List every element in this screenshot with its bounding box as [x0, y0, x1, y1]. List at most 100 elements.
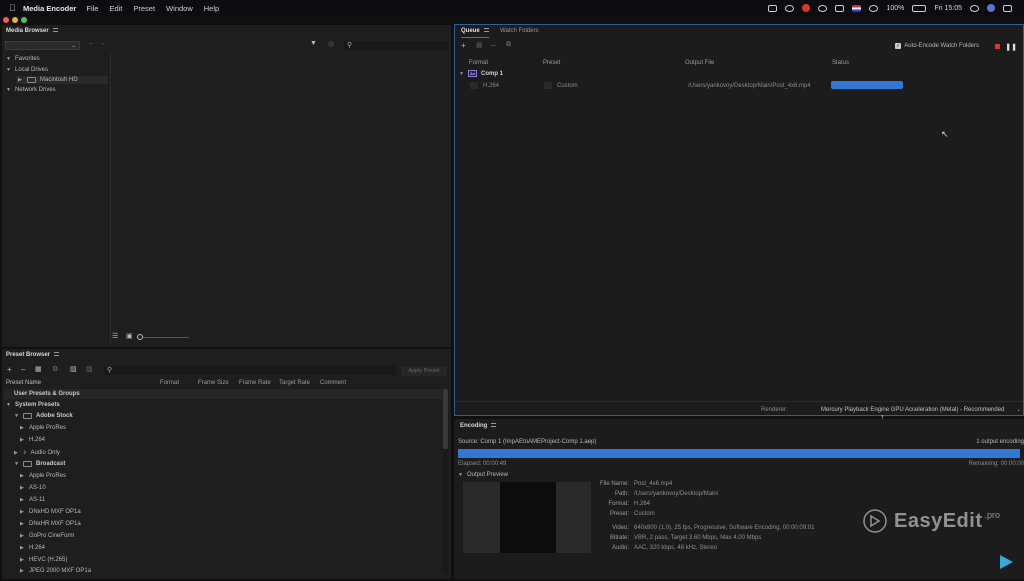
col-target-rate[interactable]: Target Rate — [279, 380, 310, 386]
media-search-input[interactable]: ⚲ — [344, 41, 448, 50]
checkbox-checked-icon[interactable]: ✓ — [895, 43, 902, 49]
tree-item[interactable]: ▶ GoPro CineForm — [20, 533, 74, 539]
tree-item[interactable]: ▶ HEVC (H.265) — [20, 557, 67, 563]
user-avatar-icon[interactable] — [987, 4, 995, 12]
tree-item-label: AS-10 — [29, 485, 46, 491]
messenger-icon[interactable] — [835, 4, 845, 12]
clock[interactable]: Fri 15:05 — [934, 5, 962, 12]
view-icon[interactable]: ◎ — [328, 40, 334, 48]
preset-settings-icon[interactable]: ⚙ — [52, 365, 58, 373]
col-frame-size[interactable]: Frame Size — [198, 380, 229, 386]
scrollbar-thumb[interactable] — [443, 389, 448, 449]
tree-broadcast[interactable]: ▼ Broadcast — [14, 461, 65, 467]
notification-badge-icon[interactable] — [802, 4, 811, 12]
menu-help[interactable]: Help — [204, 4, 219, 13]
tree-audio-only[interactable]: ▶ ♪ Audio Only — [14, 449, 60, 456]
preset-search-input[interactable]: ⚲ — [104, 366, 396, 375]
col-comment[interactable]: Comment — [320, 380, 346, 386]
icon-view-icon[interactable]: ▣ — [126, 332, 133, 340]
tree-item[interactable]: ▶ H.264 — [20, 437, 45, 443]
duplicate-icon[interactable]: ▦ — [476, 41, 483, 49]
tree-item[interactable]: ▶ H.264 — [20, 545, 45, 551]
tree-network-drives[interactable]: ▼ Network Drives — [6, 87, 56, 93]
panel-menu-icon[interactable] — [491, 423, 497, 428]
filter-icon[interactable]: ▼ — [310, 40, 317, 47]
input-source-flag-icon[interactable] — [852, 4, 862, 12]
preset-scrollbar[interactable] — [443, 389, 448, 574]
zoom-slider[interactable] — [137, 334, 189, 340]
menu-preset[interactable]: Preset — [133, 4, 155, 13]
col-frame-rate[interactable]: Frame Rate — [239, 380, 271, 386]
tab-watch-folders[interactable]: Watch Folders — [500, 28, 538, 34]
panel-menu-icon[interactable] — [52, 28, 58, 33]
tree-item[interactable]: ▶ Apple ProRes — [20, 473, 66, 479]
auto-encode-toggle[interactable]: ✓ Auto-Encode Watch Folders — [895, 43, 979, 49]
pause-icon[interactable]: ❚❚ — [1005, 43, 1017, 51]
import-preset-icon[interactable]: ▨ — [70, 365, 77, 373]
new-group-icon[interactable]: ▦ — [35, 365, 42, 373]
search-icon[interactable] — [970, 4, 979, 12]
queue-item-output[interactable]: /Users/yankovoy/Desktop/Main/Post_4x6.mp… — [688, 83, 811, 89]
menu-window[interactable]: Window — [166, 4, 193, 13]
screen-record-icon[interactable] — [768, 4, 778, 12]
export-preset-icon[interactable]: ▨ — [86, 365, 93, 373]
elapsed-time: Elapsed: 00:00:49 — [458, 461, 507, 467]
menu-file[interactable]: File — [86, 4, 98, 13]
stop-queue-button[interactable] — [995, 44, 1000, 49]
col-format[interactable]: Format — [469, 60, 488, 66]
copy-icon[interactable]: ⧉ — [506, 41, 511, 49]
preset-dropdown-icon[interactable] — [544, 82, 552, 89]
remove-preset-icon[interactable]: – — [21, 365, 25, 374]
col-preset-name[interactable]: Preset Name — [6, 380, 41, 386]
location-dropdown[interactable]: ⌄ — [5, 41, 80, 50]
col-output-file[interactable]: Output File — [685, 60, 714, 66]
app-name[interactable]: Media Encoder — [23, 4, 76, 13]
time-machine-icon[interactable] — [785, 4, 795, 12]
format-dropdown-icon[interactable] — [470, 82, 478, 89]
tab-queue[interactable]: Queue — [461, 28, 489, 38]
minimize-window-button[interactable] — [12, 17, 18, 23]
pane-divider[interactable] — [110, 53, 111, 343]
slider-handle[interactable] — [137, 334, 143, 340]
back-icon[interactable]: ← — [88, 40, 95, 47]
cloud-icon[interactable] — [818, 4, 828, 12]
col-format[interactable]: Format — [160, 380, 179, 386]
tree-local-drives[interactable]: ▼ Local Drives — [6, 67, 48, 73]
battery-icon[interactable] — [912, 4, 927, 12]
tree-favorites[interactable]: ▼ Favorites — [6, 56, 40, 62]
detail-label: Video: — [612, 525, 629, 531]
list-view-icon[interactable]: ☰ — [112, 332, 118, 340]
control-center-icon[interactable] — [1003, 4, 1012, 12]
remove-icon[interactable]: – — [491, 41, 495, 50]
tree-item[interactable]: ▶ DNxHD MXF OP1a — [20, 509, 81, 515]
panel-menu-icon[interactable] — [483, 28, 489, 33]
output-preview-toggle[interactable]: ▼ Output Preview — [458, 472, 508, 478]
zoom-window-button[interactable] — [21, 17, 27, 23]
tree-item[interactable]: ▶ AS-10 — [20, 485, 46, 491]
queue-item-preset[interactable]: Custom — [557, 83, 578, 89]
tree-system-presets[interactable]: ▼ System Presets — [6, 402, 60, 408]
panel-menu-icon[interactable] — [54, 352, 60, 357]
queue-item-format[interactable]: H.264 — [483, 83, 499, 89]
col-preset[interactable]: Preset — [543, 60, 560, 66]
tree-item[interactable]: ▶ JPEG 2000 MXF OP1a — [20, 568, 91, 574]
close-window-button[interactable] — [3, 17, 9, 23]
tree-item[interactable]: ▶ Apple ProRes — [20, 425, 66, 431]
col-status[interactable]: Status — [832, 60, 849, 66]
apple-icon[interactable]:  — [9, 3, 23, 13]
renderer-dropdown[interactable]: Mercury Playback Engine GPU Acceleration… — [821, 407, 1004, 413]
tree-item[interactable]: ▶ AS-11 — [20, 497, 45, 503]
tree-macintosh-hd[interactable]: ▶ Macintosh HD — [16, 76, 108, 84]
add-source-icon[interactable]: + — [461, 41, 466, 50]
tree-item[interactable]: ▶ DNxHR MXF OP1a — [20, 521, 81, 527]
queue-item-row[interactable]: H.264 Custom /Users/yankovoy/Desktop/Mai… — [467, 81, 1022, 92]
wifi-icon[interactable] — [869, 4, 879, 12]
user-presets-row[interactable]: User Presets & Groups — [4, 389, 442, 399]
forward-icon[interactable]: → — [99, 40, 106, 47]
apply-preset-button[interactable]: Apply Preset — [401, 366, 447, 376]
menu-edit[interactable]: Edit — [109, 4, 122, 13]
queue-group-row[interactable]: ▼ Ae Comp 1 — [459, 70, 503, 77]
chevron-down-icon[interactable]: ⌄ — [1016, 406, 1021, 413]
add-preset-icon[interactable]: + — [7, 365, 12, 374]
tree-adobe-stock[interactable]: ▼ Adobe Stock — [14, 413, 73, 419]
